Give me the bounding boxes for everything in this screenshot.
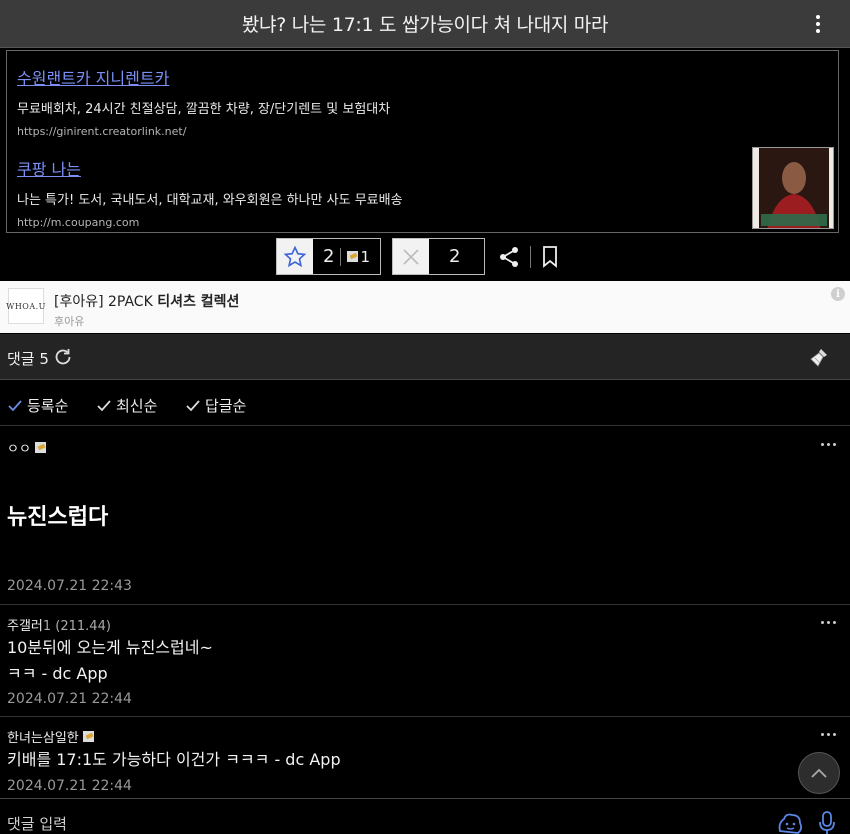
refresh-icon[interactable] bbox=[53, 347, 73, 367]
check-icon bbox=[97, 399, 111, 411]
sponsor-logo: WHOA.U bbox=[6, 288, 45, 324]
ad-item[interactable]: 수원랜트카 지니렌트카 무료배회차, 24시간 친절상담, 깔끔한 차량, 장/… bbox=[17, 65, 390, 138]
fixed-user-icon bbox=[347, 251, 359, 262]
ad-box: 수원랜트카 지니렌트카 무료배회차, 24시간 친절상담, 깔끔한 차량, 장/… bbox=[6, 50, 839, 233]
ad-description: 무료배회차, 24시간 친절상담, 깔끔한 차량, 장/단기렌트 및 보험대차 bbox=[17, 102, 391, 117]
comment-item: ㅇㅇ 뉴진스럽다 2024.07.21 22:43 bbox=[0, 427, 850, 605]
book-cover-thumbnail[interactable] bbox=[752, 147, 834, 229]
microphone-icon[interactable] bbox=[818, 811, 836, 834]
comment-text: 키배를 17:1도 가능하다 이건가 ㅋㅋㅋ - dc App bbox=[7, 750, 341, 769]
share-icon[interactable] bbox=[497, 245, 521, 269]
dccon-text: 뉴진스럽다 bbox=[7, 505, 109, 530]
title-bar: 봤냐? 나는 17:1 도 쌉가능이다 쳐 나대지 마라 bbox=[0, 0, 850, 48]
ad-url[interactable]: http://m.coupang.com bbox=[17, 216, 403, 229]
sort-label: 답글순 bbox=[205, 397, 247, 415]
more-options-icon[interactable] bbox=[821, 733, 836, 736]
check-icon bbox=[8, 399, 22, 411]
sponsor-title[interactable]: [후아유] 2PACK 티셔츠 컬렉션 bbox=[54, 291, 239, 311]
ad-link[interactable]: 쿠팡 나는 bbox=[17, 156, 403, 180]
sort-replies[interactable]: 답글순 bbox=[185, 395, 246, 416]
x-icon bbox=[393, 239, 429, 274]
vote-row: 2 1 2 bbox=[0, 238, 850, 276]
sort-registered[interactable]: 등록순 bbox=[7, 395, 68, 416]
check-icon bbox=[186, 399, 200, 411]
kebab-menu-icon[interactable] bbox=[806, 12, 830, 36]
downvote-count: 2 bbox=[449, 246, 461, 267]
ad-item[interactable]: 쿠팡 나는 나는 특가! 도서, 국내도서, 대학교재, 와우회원은 하나만 사… bbox=[17, 156, 403, 229]
broom-icon[interactable] bbox=[808, 346, 830, 368]
comment-author[interactable]: ㅇㅇ bbox=[7, 438, 47, 457]
emoji-icon[interactable] bbox=[776, 811, 804, 834]
comment-item: 주갤러1 (211.44) 10분뒤에 오는게 뉴진스럽네~ ㅋㅋ - dc A… bbox=[0, 605, 850, 717]
more-options-icon[interactable] bbox=[821, 621, 836, 624]
sponsor-subtitle: 후아유 bbox=[54, 315, 85, 328]
comment-author[interactable]: 주갤러1 (211.44) bbox=[7, 615, 111, 634]
sort-options: 등록순 최신순 답글순 bbox=[0, 381, 850, 426]
comment-author[interactable]: 한녀는삼일한 bbox=[7, 727, 94, 746]
ad-description: 나는 특가! 도서, 국내도서, 대학교재, 와우회원은 하나만 사도 무료배송 bbox=[17, 193, 403, 208]
comment-date: 2024.07.21 22:44 bbox=[7, 778, 132, 794]
comment-text: 10분뒤에 오는게 뉴진스럽네~ ㅋㅋ - dc App bbox=[7, 638, 213, 683]
sponsored-banner[interactable]: WHOA.U [후아유] 2PACK 티셔츠 컬렉션 후아유 i bbox=[0, 281, 850, 333]
downvote-button[interactable]: 2 bbox=[392, 238, 485, 275]
recommend-count: 2 bbox=[323, 246, 335, 267]
comment-item: 한녀는삼일한 키배를 17:1도 가능하다 이건가 ㅋㅋㅋ - dc App 2… bbox=[0, 717, 850, 798]
info-icon[interactable]: i bbox=[831, 287, 845, 301]
fixed-recommend-count: 1 bbox=[360, 247, 370, 266]
page-title: 봤냐? 나는 17:1 도 쌉가능이다 쳐 나대지 마라 bbox=[241, 14, 609, 36]
fixed-recommend: 1 bbox=[340, 247, 370, 266]
comment-date: 2024.07.21 22:43 bbox=[7, 578, 132, 594]
user-badge-icon bbox=[35, 442, 47, 453]
sort-label: 등록순 bbox=[27, 397, 69, 415]
divider bbox=[530, 246, 531, 268]
ad-link[interactable]: 수원랜트카 지니렌트카 bbox=[17, 65, 390, 89]
fixed-user-icon bbox=[82, 731, 94, 742]
comment-input[interactable] bbox=[0, 799, 760, 834]
comments-header: 댓글 5 bbox=[0, 334, 850, 380]
scroll-top-button[interactable] bbox=[798, 752, 840, 794]
recommend-button[interactable]: 2 1 bbox=[276, 238, 381, 275]
comment-date: 2024.07.21 22:44 bbox=[7, 691, 132, 707]
comment-count: 댓글 5 bbox=[7, 350, 49, 368]
comment-ip: 1 (211.44) bbox=[42, 619, 111, 634]
star-icon bbox=[277, 239, 313, 274]
sort-latest[interactable]: 최신순 bbox=[96, 395, 157, 416]
comment-input-bar bbox=[0, 798, 850, 834]
more-options-icon[interactable] bbox=[821, 443, 836, 446]
ad-url[interactable]: https://ginirent.creatorlink.net/ bbox=[17, 125, 390, 138]
sort-label: 최신순 bbox=[116, 397, 158, 415]
chevron-up-icon bbox=[811, 768, 827, 778]
bookmark-icon[interactable] bbox=[540, 245, 560, 269]
